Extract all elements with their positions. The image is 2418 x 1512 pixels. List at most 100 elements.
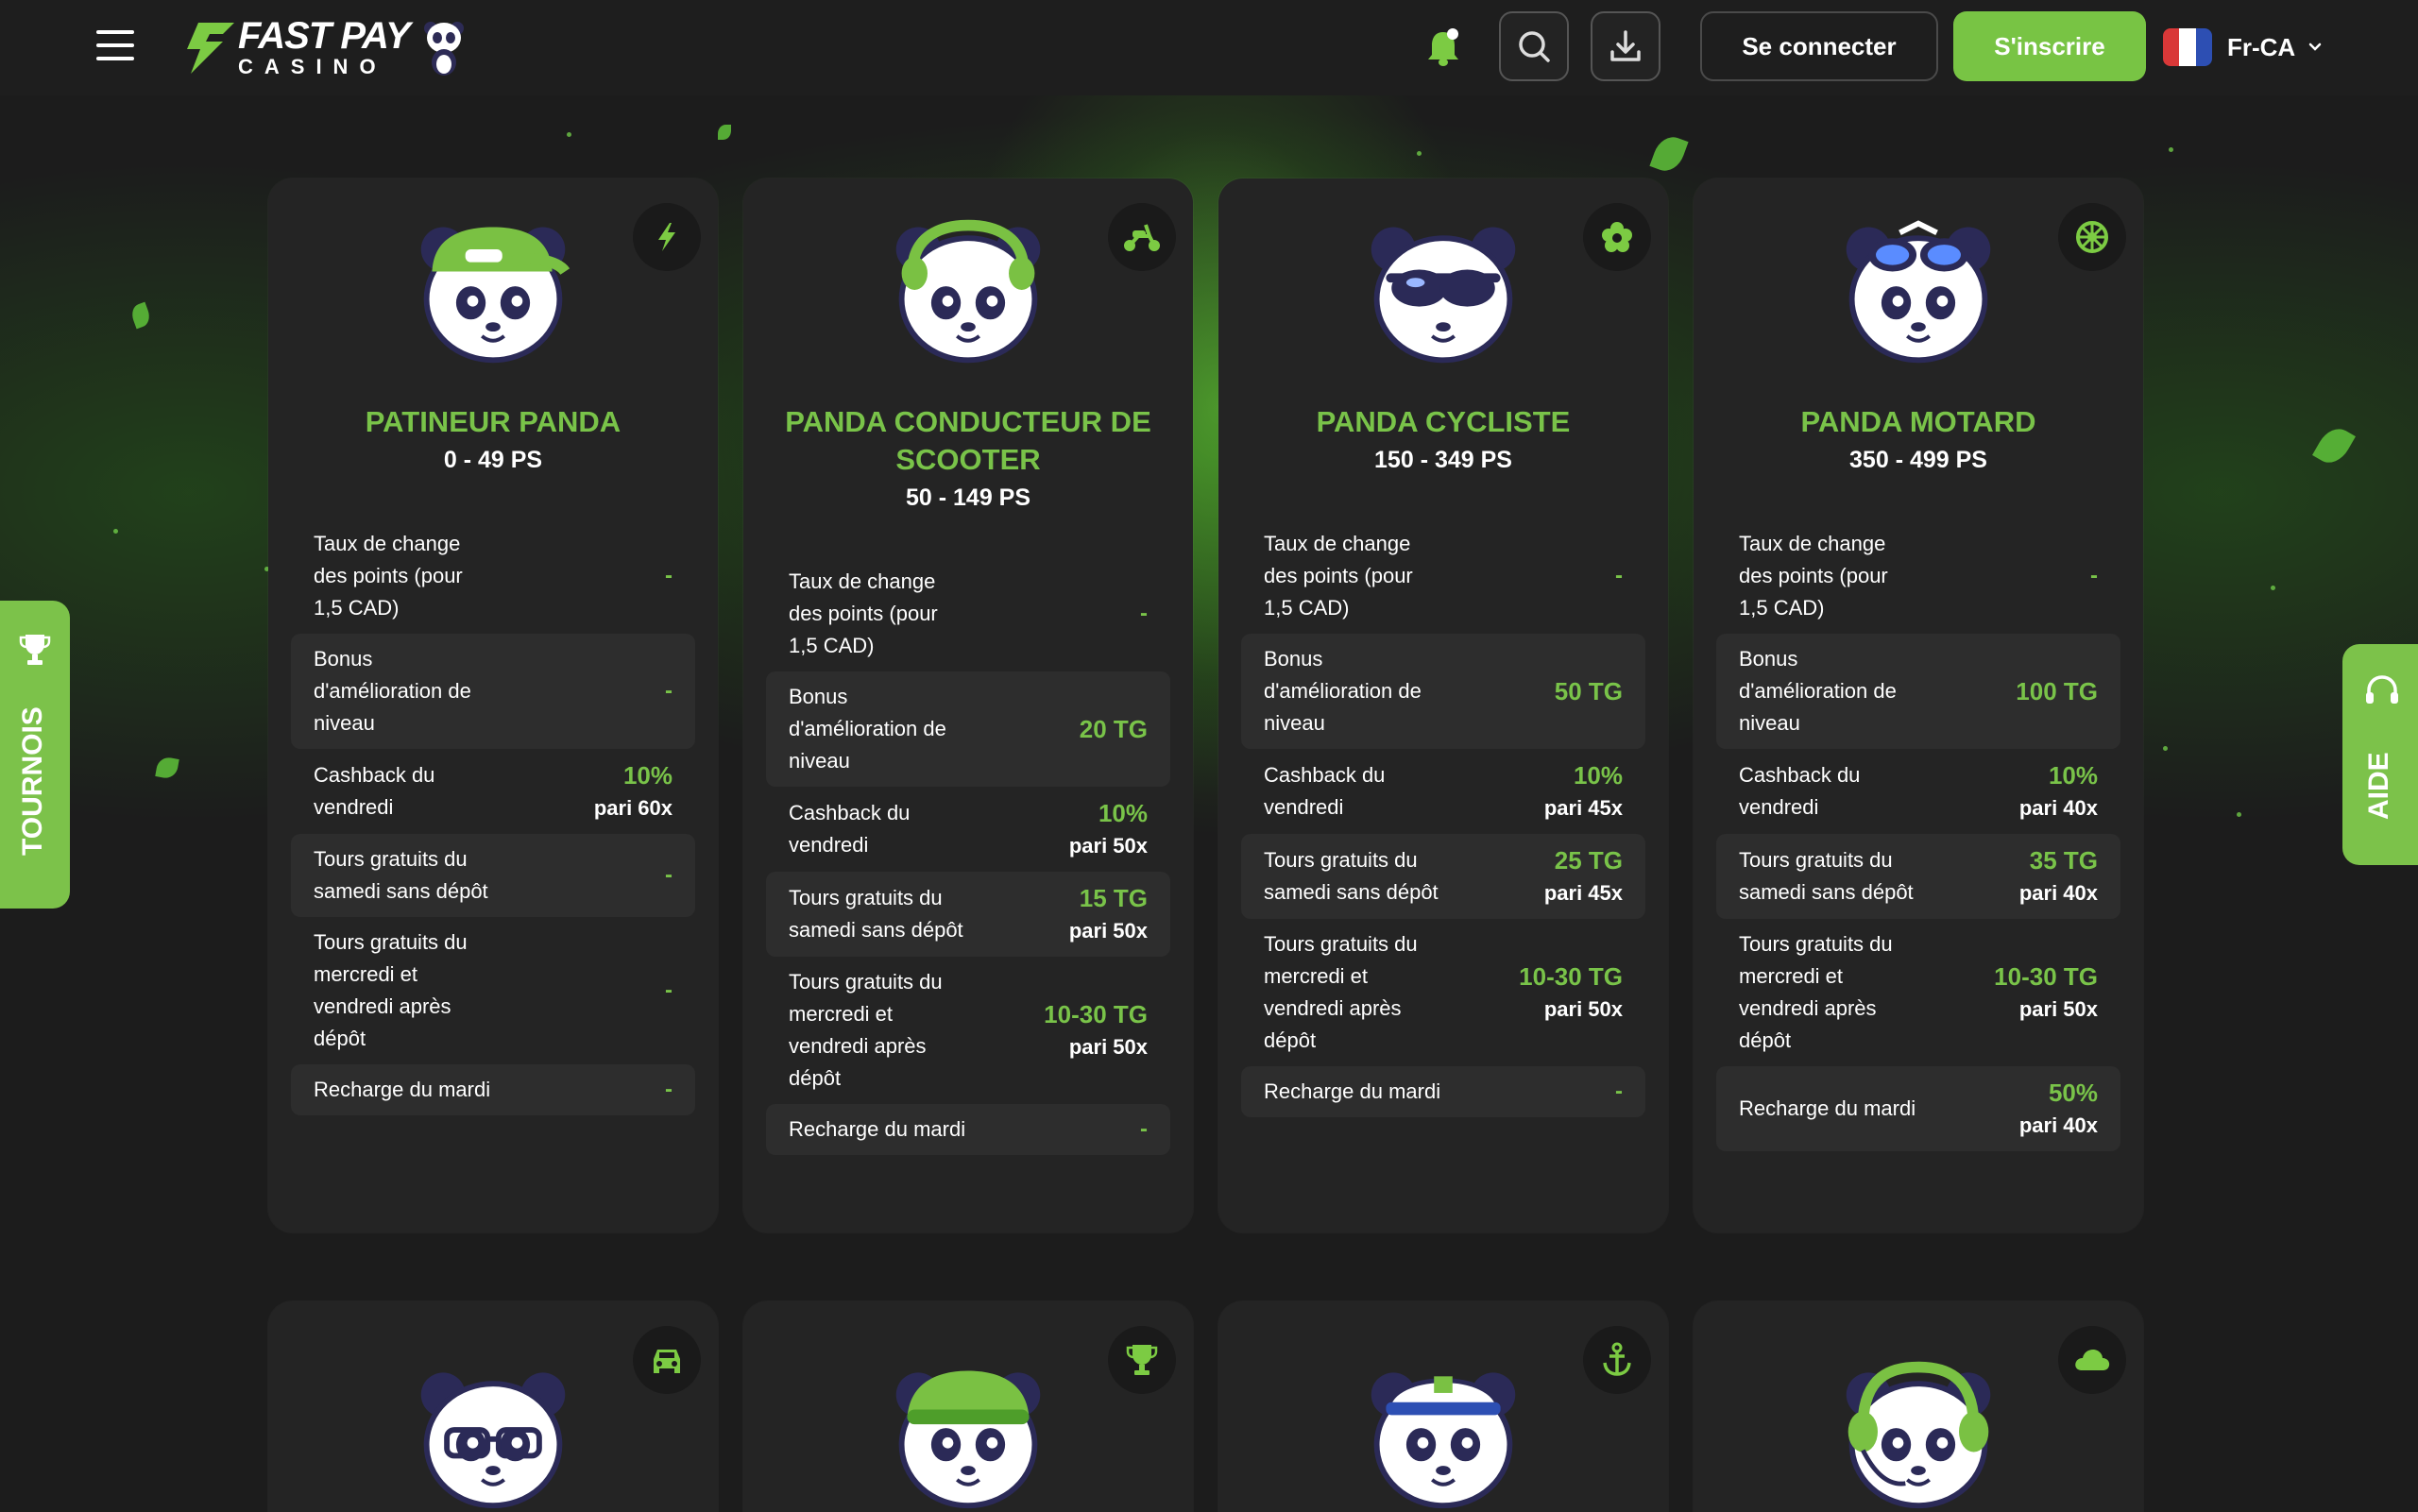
menu-icon[interactable] xyxy=(96,30,134,60)
benefit-row: Tours gratuits du samedi sans dépôt 25 TG… xyxy=(1241,834,1645,919)
benefit-value: 10% pari 60x xyxy=(594,758,673,824)
benefit-amount: 10% xyxy=(622,761,673,790)
headset-icon xyxy=(2366,675,2398,704)
sparkle xyxy=(2163,746,2168,751)
panda-avatar xyxy=(400,207,586,373)
benefit-row: Tours gratuits du mercredi et vendredi a… xyxy=(1716,919,2120,1066)
language-selector[interactable]: Fr-CA xyxy=(2163,23,2322,72)
benefit-amount: 10-30 TG xyxy=(1994,962,2098,991)
benefit-label: Recharge du mardi xyxy=(314,1078,491,1101)
benefit-row: Bonus d'amélioration de niveau 50 TG xyxy=(1241,634,1645,749)
benefit-label: Tours gratuits du samedi sans dépôt xyxy=(789,886,963,942)
flag-icon xyxy=(2163,28,2212,66)
level-points-range: 50 - 149 PS xyxy=(905,484,1031,511)
benefit-value: - xyxy=(1140,1116,1148,1143)
level-title: PANDA CYCLISTE xyxy=(1316,405,1571,438)
benefit-amount: - xyxy=(1615,1079,1623,1104)
site-logo[interactable]: FAST PAY CASINO xyxy=(181,13,465,81)
trophy-icon xyxy=(19,635,51,665)
sparkle xyxy=(567,132,571,137)
benefit-label: Tours gratuits du mercredi et vendredi a… xyxy=(1264,932,1418,1052)
sparkle xyxy=(2271,586,2275,590)
benefits-list: Taux de change des points (pour 1,5 CAD)… xyxy=(766,556,1170,1155)
benefit-amount: - xyxy=(665,1077,673,1102)
flower-icon xyxy=(1583,203,1651,271)
benefit-amount: 50% xyxy=(2048,1079,2098,1107)
help-tab[interactable]: AIDE xyxy=(2342,644,2418,865)
benefit-wager: pari 50x xyxy=(1068,1035,1148,1059)
benefit-value: 10% pari 40x xyxy=(2019,758,2098,824)
benefit-label: Recharge du mardi xyxy=(789,1117,966,1141)
benefit-wager: pari 50x xyxy=(1068,919,1148,943)
sparkle xyxy=(2237,812,2241,817)
logo-bolt-icon xyxy=(187,23,234,74)
benefit-wager: pari 40x xyxy=(2018,1113,2098,1137)
benefits-list: Taux de change des points (pour 1,5 CAD)… xyxy=(1241,518,1645,1117)
benefit-row: Cashback du vendredi 10% pari 50x xyxy=(766,787,1170,872)
benefit-amount: - xyxy=(665,862,673,888)
benefit-amount: 100 TG xyxy=(2016,677,2098,705)
benefit-value: 25 TG pari 45x xyxy=(1544,843,1623,909)
panda-avatar xyxy=(1351,207,1536,373)
benefit-row: Recharge du mardi - xyxy=(1241,1066,1645,1117)
benefit-amount: 35 TG xyxy=(2029,846,2098,875)
benefit-row: Tours gratuits du mercredi et vendredi a… xyxy=(766,957,1170,1104)
benefit-label: Tours gratuits du samedi sans dépôt xyxy=(314,847,488,903)
panda-beanie-avatar xyxy=(876,1349,1061,1512)
tournaments-tab[interactable]: TOURNOIS xyxy=(0,601,70,909)
benefit-value: 10-30 TG pari 50x xyxy=(1519,960,1623,1026)
search-button[interactable] xyxy=(1499,11,1569,81)
benefit-value: 50 TG xyxy=(1555,674,1623,708)
benefit-value: 100 TG xyxy=(2016,674,2098,708)
benefit-value: 50% pari 40x xyxy=(2019,1076,2098,1142)
benefit-wager: pari 40x xyxy=(2018,796,2098,820)
level-card: PANDA MOTARD 350 - 499 PS Taux de change d… xyxy=(1694,178,2143,1232)
benefit-row: Tours gratuits du mercredi et vendredi a… xyxy=(291,917,695,1064)
benefit-label: Cashback du vendredi xyxy=(789,801,911,857)
benefit-value: 10-30 TG pari 50x xyxy=(1994,960,2098,1026)
benefit-amount: 25 TG xyxy=(1554,846,1623,875)
benefit-value: - xyxy=(1140,601,1148,627)
benefit-label: Tours gratuits du mercredi et vendredi a… xyxy=(1739,932,1893,1052)
benefit-value: - xyxy=(665,1077,673,1103)
benefit-label: Taux de change des points (pour 1,5 CAD) xyxy=(314,532,463,620)
download-icon xyxy=(1610,30,1641,61)
benefit-wager: pari 60x xyxy=(593,796,673,820)
benefit-label: Taux de change des points (pour 1,5 CAD) xyxy=(1739,532,1888,620)
benefit-value: - xyxy=(665,563,673,589)
benefit-row: Tours gratuits du samedi sans dépôt 15 TG… xyxy=(766,872,1170,957)
benefit-label: Taux de change des points (pour 1,5 CAD) xyxy=(1264,532,1413,620)
benefit-amount: - xyxy=(665,678,673,704)
benefit-amount: - xyxy=(665,977,673,1003)
benefit-row: Taux de change des points (pour 1,5 CAD)… xyxy=(1716,518,2120,634)
benefit-wager: pari 45x xyxy=(1543,796,1623,820)
benefit-amount: 10% xyxy=(1573,761,1623,790)
lightning-icon xyxy=(633,203,701,271)
benefit-value: - xyxy=(665,678,673,705)
cloud-icon xyxy=(2058,1326,2126,1394)
benefit-label: Tours gratuits du mercredi et vendredi a… xyxy=(314,930,468,1050)
benefit-value: 10% pari 50x xyxy=(1069,796,1148,862)
panda-avatar xyxy=(1826,207,2011,373)
notification-bell-icon[interactable] xyxy=(1424,26,1462,68)
level-points-range: 150 - 349 PS xyxy=(1374,447,1512,473)
benefit-amount: - xyxy=(1140,1116,1148,1142)
signup-button[interactable]: S'inscrire xyxy=(1953,11,2146,81)
login-button[interactable]: Se connecter xyxy=(1700,11,1938,81)
benefit-row: Cashback du vendredi 10% pari 40x xyxy=(1716,749,2120,834)
logo-panda-icon xyxy=(423,22,464,76)
logo-text-top: FAST PAY xyxy=(238,15,411,57)
panda-captain-avatar xyxy=(1351,1349,1536,1512)
benefit-row: Bonus d'amélioration de niveau 20 TG xyxy=(766,671,1170,787)
download-button[interactable] xyxy=(1591,11,1660,81)
benefit-label: Taux de change des points (pour 1,5 CAD) xyxy=(789,569,938,657)
benefit-row: Tours gratuits du samedi sans dépôt - xyxy=(291,834,695,917)
benefit-label: Recharge du mardi xyxy=(1264,1079,1441,1103)
benefit-amount: 10% xyxy=(2048,761,2098,790)
benefit-amount: 15 TG xyxy=(1079,884,1148,912)
benefit-row: Recharge du mardi 50% pari 40x xyxy=(1716,1066,2120,1151)
anchor-icon xyxy=(1583,1326,1651,1394)
benefit-value: 15 TG pari 50x xyxy=(1069,881,1148,947)
top-header: FAST PAY CASINO Se connecter S'inscrire xyxy=(0,0,2418,95)
level-card xyxy=(743,1301,1193,1512)
